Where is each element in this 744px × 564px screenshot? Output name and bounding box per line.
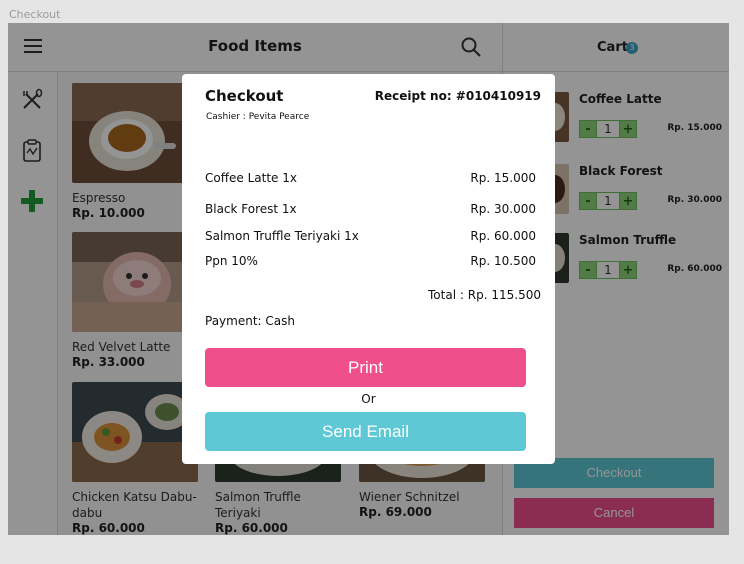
receipt-line-label: Black Forest 1x bbox=[205, 202, 297, 216]
receipt-line-label: Coffee Latte 1x bbox=[205, 171, 297, 185]
cashier-label: Cashier : bbox=[206, 112, 246, 122]
dialog-title: Checkout bbox=[205, 87, 284, 105]
checkout-dialog: Checkout Receipt no: #010410919 Cashier … bbox=[182, 74, 555, 464]
receipt-line-label: Salmon Truffle Teriyaki 1x bbox=[205, 229, 359, 243]
receipt-line-value: Rp. 60.000 bbox=[470, 229, 536, 243]
print-button[interactable]: Print bbox=[205, 348, 526, 387]
total-label: Total : bbox=[428, 288, 464, 302]
cashier-name: Pevita Pearce bbox=[248, 112, 310, 122]
receipt-line-label: Ppn 10% bbox=[205, 254, 258, 268]
pos-app: Food Items Cart 3 Espresso Rp. 10.000 Re… bbox=[8, 23, 729, 535]
receipt-line-value: Rp. 10.500 bbox=[470, 254, 536, 268]
total-value: Rp. 115.500 bbox=[467, 288, 541, 302]
send-email-button[interactable]: Send Email bbox=[205, 412, 526, 451]
payment-method: Payment: Cash bbox=[205, 314, 295, 328]
receipt-line-value: Rp. 30.000 bbox=[470, 202, 536, 216]
receipt-line-value: Rp. 15.000 bbox=[470, 171, 536, 185]
receipt-number: Receipt no: #010410919 bbox=[374, 89, 541, 103]
cashier-info: Cashier : Pevita Pearce bbox=[206, 112, 309, 122]
or-separator: Or bbox=[361, 392, 376, 406]
frame-label: Checkout bbox=[9, 8, 61, 21]
